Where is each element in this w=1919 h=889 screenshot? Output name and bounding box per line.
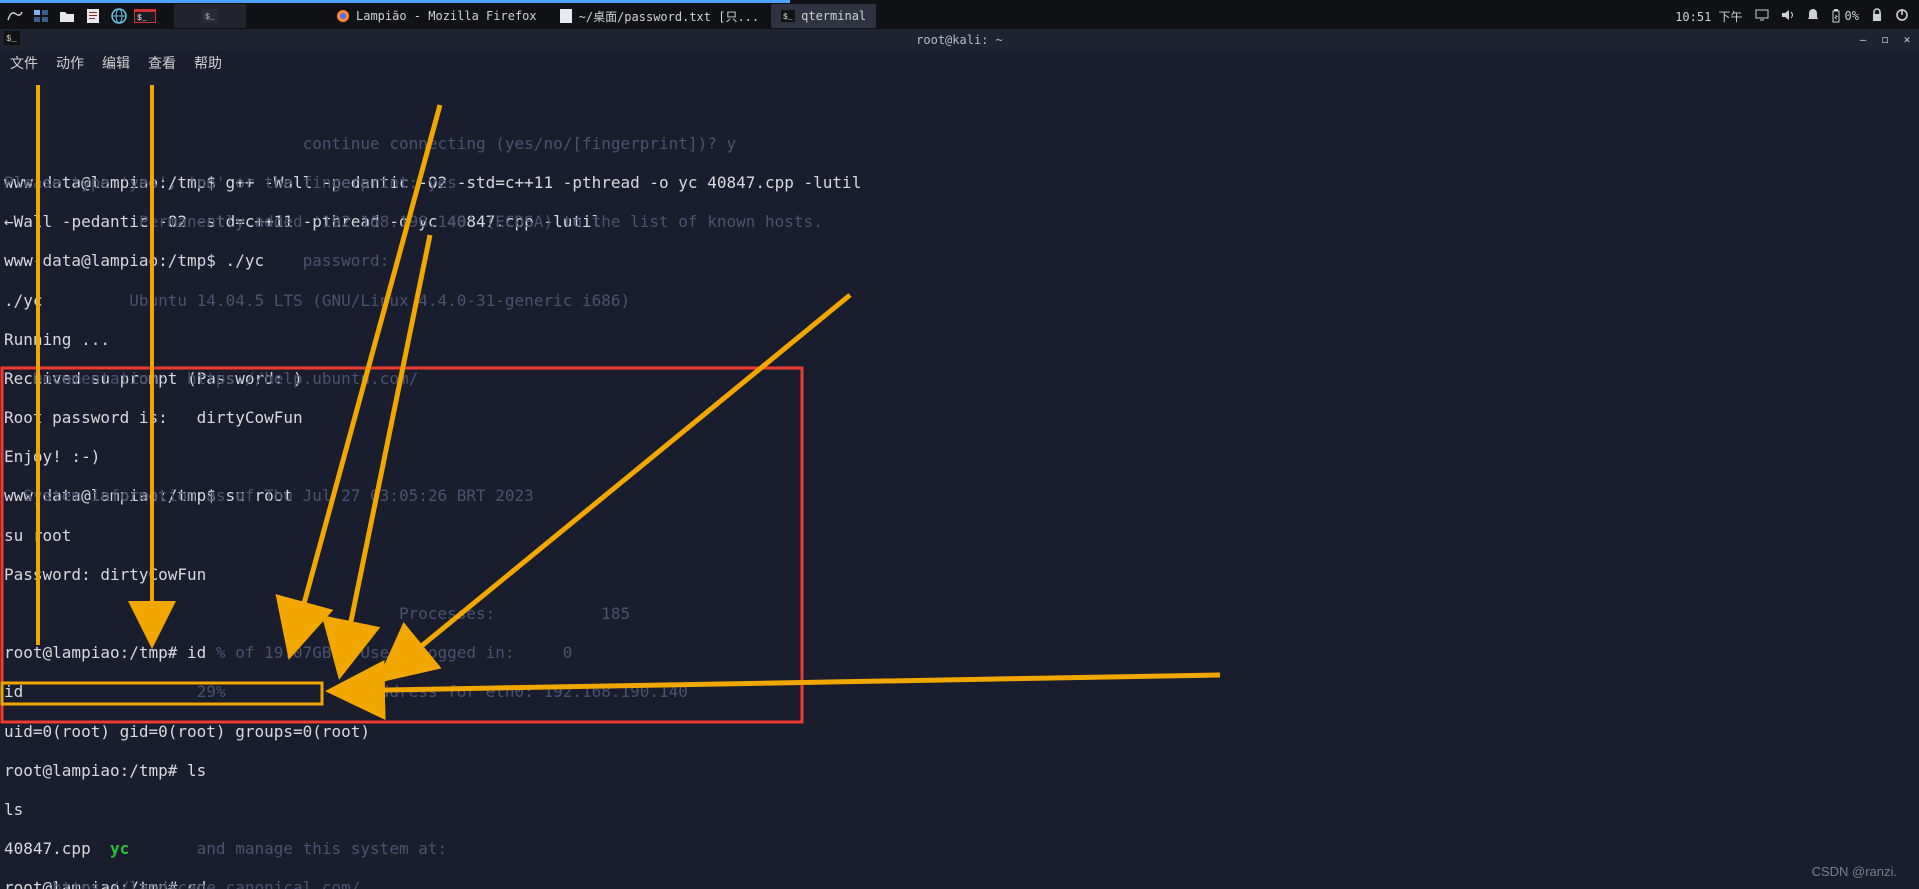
terminal-app-icon: $_ bbox=[4, 31, 20, 47]
svg-text:$_: $_ bbox=[205, 13, 215, 22]
terminal-icon[interactable]: $_ bbox=[134, 6, 156, 26]
terminal-viewport[interactable]: continue connecting (yes/no/[fingerprint… bbox=[0, 75, 1919, 889]
clock[interactable]: 10:51 下午 bbox=[1675, 8, 1742, 25]
terminal-title: root@kali: ~ bbox=[916, 33, 1003, 47]
quick-launchers: $_ bbox=[0, 6, 156, 26]
close-button[interactable]: ✕ bbox=[1899, 31, 1915, 47]
lock-icon[interactable] bbox=[1871, 8, 1883, 25]
workspaces-icon[interactable] bbox=[30, 6, 52, 26]
taskbar-activity-strip bbox=[0, 0, 1919, 3]
os-taskbar: $_ $_ Lampião - Mozilla Firefox ~/桌面/pas… bbox=[0, 3, 1919, 29]
menu-action[interactable]: 动作 bbox=[56, 53, 84, 73]
terminal-menubar: 文件 动作 编辑 查看 帮助 bbox=[0, 51, 1919, 75]
firefox-icon bbox=[336, 9, 350, 23]
text-editor-icon[interactable] bbox=[82, 6, 104, 26]
task-qterminal[interactable]: $_ qterminal bbox=[771, 4, 876, 28]
task-firefox-label: Lampião - Mozilla Firefox bbox=[356, 9, 537, 23]
minimize-button[interactable]: ― bbox=[1855, 31, 1871, 47]
terminal-window: $_ root@kali: ~ ― ◻ ✕ 文件 动作 编辑 查看 帮助 con… bbox=[0, 29, 1919, 889]
task-texteditor[interactable]: ~/桌面/password.txt [只... bbox=[549, 4, 770, 28]
task-minimized-term[interactable]: $_ bbox=[174, 4, 246, 28]
qterminal-icon: $_ bbox=[781, 9, 795, 23]
open-windows: $_ Lampião - Mozilla Firefox ~/桌面/passwo… bbox=[174, 4, 876, 28]
terminal-titlebar[interactable]: $_ root@kali: ~ ― ◻ ✕ bbox=[0, 29, 1919, 51]
kali-menu-icon[interactable] bbox=[4, 6, 26, 26]
display-icon[interactable] bbox=[1755, 9, 1769, 24]
files-icon[interactable] bbox=[56, 6, 78, 26]
svg-text:$_: $_ bbox=[137, 14, 147, 23]
menu-view[interactable]: 查看 bbox=[148, 53, 176, 73]
svg-text:$_: $_ bbox=[6, 34, 17, 44]
menu-help[interactable]: 帮助 bbox=[194, 53, 222, 73]
system-tray: 10:51 下午 0% bbox=[1675, 8, 1919, 25]
task-firefox[interactable]: Lampião - Mozilla Firefox bbox=[326, 4, 547, 28]
power-icon[interactable] bbox=[1895, 8, 1909, 25]
svg-text:$_: $_ bbox=[783, 13, 793, 22]
ghost-text: continue connecting (yes/no/[fingerprint… bbox=[4, 75, 823, 889]
task-texteditor-label: ~/桌面/password.txt [只... bbox=[579, 8, 760, 25]
watermark: CSDN @ranzi. bbox=[1812, 864, 1897, 879]
task-qterminal-label: qterminal bbox=[801, 9, 866, 23]
volume-icon[interactable] bbox=[1781, 9, 1795, 24]
battery-icon[interactable]: 0% bbox=[1831, 9, 1859, 23]
menu-edit[interactable]: 编辑 bbox=[102, 53, 130, 73]
maximize-button[interactable]: ◻ bbox=[1877, 31, 1893, 47]
browser-icon[interactable] bbox=[108, 6, 130, 26]
window-controls: ― ◻ ✕ bbox=[1855, 31, 1915, 47]
notification-icon[interactable] bbox=[1807, 8, 1819, 25]
menu-file[interactable]: 文件 bbox=[10, 53, 38, 73]
document-icon bbox=[559, 9, 573, 23]
